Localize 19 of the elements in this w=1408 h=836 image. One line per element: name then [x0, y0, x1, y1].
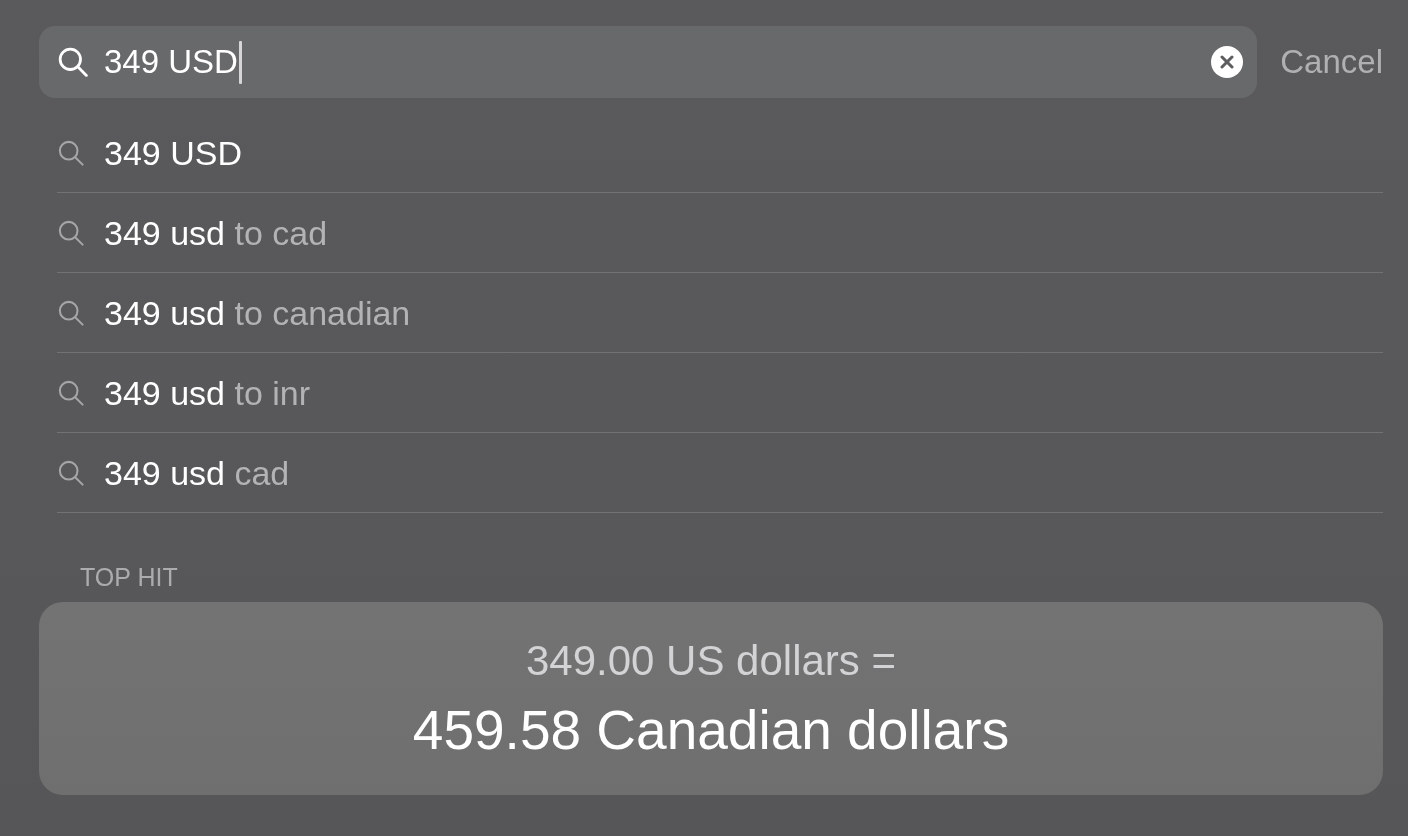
search-icon [58, 219, 84, 246]
section-heading: TOP HIT [80, 563, 178, 592]
search-field[interactable]: 349 USD [39, 26, 1258, 98]
search-icon [58, 299, 84, 326]
suggestion-item[interactable]: 349 usd to cad [57, 193, 1383, 273]
suggestion-item[interactable]: 349 usd to inr [57, 353, 1383, 433]
suggestion-item[interactable]: 349 USD [57, 113, 1383, 193]
suggestion-item[interactable]: 349 usd cad [57, 433, 1383, 513]
suggestion-item[interactable]: 349 usd to canadian [57, 273, 1383, 353]
search-icon [58, 139, 84, 166]
conversion-source-text: 349.00 US dollars = [525, 637, 897, 685]
search-icon [58, 379, 84, 406]
clear-button[interactable] [1211, 46, 1244, 78]
close-icon [1220, 55, 1235, 69]
conversion-card[interactable]: 349.00 US dollars = 459.58 Canadian dollars [39, 602, 1383, 795]
text-cursor [238, 40, 242, 84]
search-icon [58, 459, 84, 486]
search-icon [58, 47, 88, 77]
conversion-result-text: 459.58 Canadian dollars [412, 699, 1010, 761]
